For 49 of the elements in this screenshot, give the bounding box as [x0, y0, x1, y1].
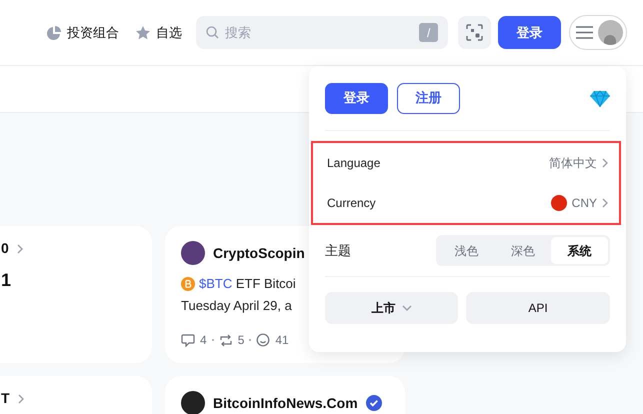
- post-text: $BTC ETF Bitcoi: [199, 275, 296, 293]
- scan-icon: [466, 24, 483, 41]
- search-input[interactable]: 搜索: [225, 22, 414, 42]
- card-value: 1: [1, 269, 12, 292]
- author-name: BitcoinInfoNews.Com: [213, 394, 358, 412]
- chevron-right-icon: [16, 244, 23, 254]
- avatar-icon: [598, 20, 623, 45]
- login-button[interactable]: 登录: [498, 16, 562, 49]
- avatar: [181, 241, 205, 265]
- scan-button[interactable]: [458, 16, 491, 49]
- theme-option[interactable]: 深色: [494, 237, 552, 264]
- repost-icon[interactable]: [218, 334, 233, 346]
- menu-action-button[interactable]: API: [466, 292, 610, 324]
- repost-count: 5: [238, 332, 244, 349]
- settings-row[interactable]: Language 简体中文: [327, 143, 608, 183]
- settings-label: Language: [327, 155, 380, 172]
- menu-icon: [576, 26, 594, 39]
- search-icon: [206, 26, 219, 39]
- pie-chart-icon: [46, 24, 62, 40]
- ticker-link[interactable]: $BTC: [199, 276, 232, 291]
- theme-option[interactable]: 浅色: [438, 237, 495, 264]
- menu-button[interactable]: [569, 15, 627, 50]
- diamond-icon[interactable]: [590, 90, 610, 106]
- shortcut-key: /: [419, 23, 438, 42]
- menu-action-button[interactable]: 上市: [325, 292, 458, 324]
- like-count: 41: [275, 332, 289, 349]
- nav-link[interactable]: 自选: [135, 22, 182, 42]
- comment-count: 4: [200, 332, 207, 349]
- chevron-right-icon: [18, 394, 24, 404]
- smiley-icon[interactable]: [256, 333, 270, 347]
- settings-value: CNY: [572, 195, 597, 212]
- post-text: Tuesday April 29, a: [181, 296, 292, 315]
- settings-value: 简体中文: [549, 155, 597, 172]
- star-icon: [135, 24, 151, 40]
- theme-label: 主题: [325, 242, 351, 260]
- settings-label: Currency: [327, 195, 376, 212]
- register-button[interactable]: 注册: [397, 82, 460, 114]
- theme-option[interactable]: 系统: [551, 237, 608, 264]
- comment-icon[interactable]: [181, 334, 195, 346]
- bitcoin-icon: [181, 276, 195, 291]
- chevron-right-icon: [602, 158, 608, 168]
- login-button[interactable]: 登录: [325, 82, 388, 114]
- chevron-right-icon: [602, 198, 608, 208]
- card-title: T: [1, 389, 10, 408]
- nav-link[interactable]: 投资组合: [46, 22, 119, 42]
- avatar: [181, 391, 205, 414]
- settings-row[interactable]: Currency CNY: [327, 183, 608, 223]
- card-title: 0: [1, 239, 9, 258]
- author-name: CryptoScopin: [213, 244, 305, 263]
